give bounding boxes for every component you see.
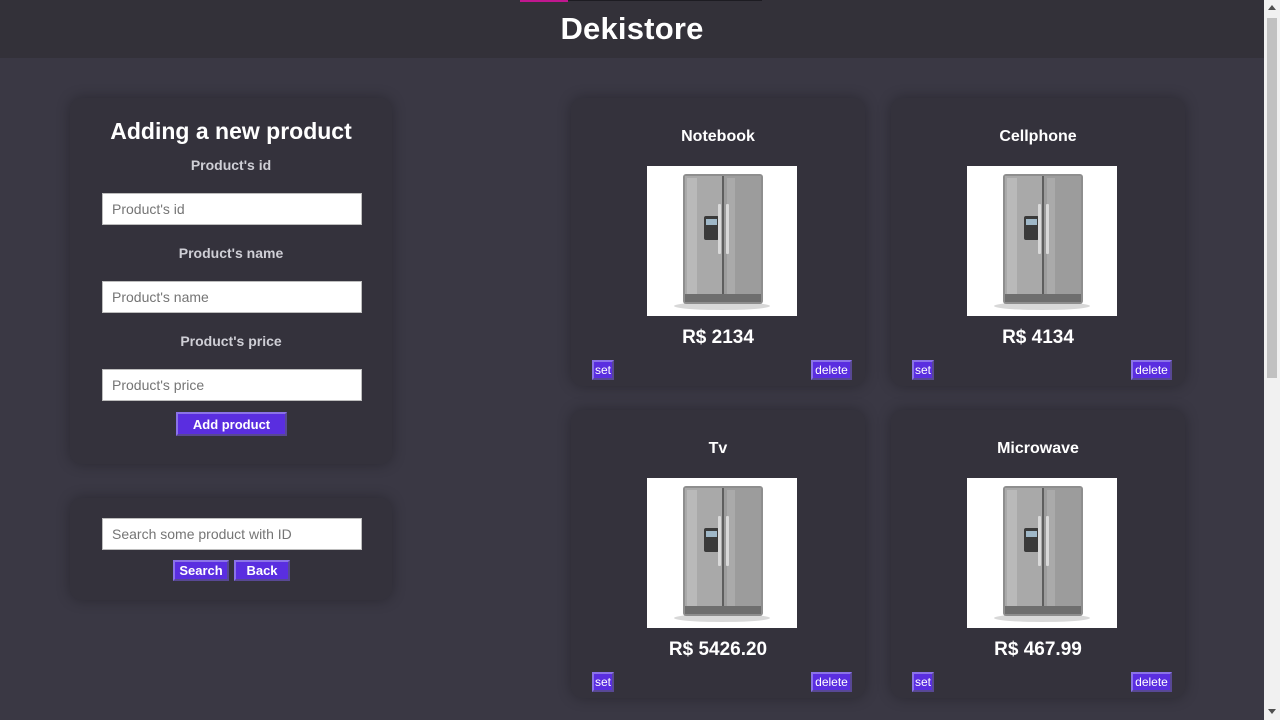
product-id-label: Product's id: [190, 157, 272, 173]
product-name-label: Product's name: [178, 245, 284, 261]
refrigerator-image: [647, 166, 797, 316]
product-name: Notebook: [681, 128, 755, 145]
site-header: Dekistore: [0, 0, 1264, 58]
set-button[interactable]: set: [912, 672, 934, 692]
site-title: Dekistore: [560, 11, 704, 46]
search-input[interactable]: [102, 518, 362, 550]
search-button[interactable]: Search: [173, 560, 229, 581]
refrigerator-image: [647, 478, 797, 628]
header-accent: [520, 0, 568, 2]
scroll-up-arrow-icon[interactable]: [1268, 5, 1276, 10]
refrigerator-image: [967, 478, 1117, 628]
product-price: R$ 2134: [682, 327, 754, 348]
form-title: Adding a new product: [110, 118, 352, 144]
product-card: Microwave R$ 467.99 set delete: [891, 410, 1185, 698]
delete-button[interactable]: delete: [1131, 672, 1172, 692]
product-name: Tv: [708, 440, 728, 457]
product-price-label: Product's price: [180, 333, 282, 349]
set-button[interactable]: set: [592, 672, 614, 692]
refrigerator-icon: [994, 174, 1090, 310]
product-name-input[interactable]: [102, 281, 362, 313]
refrigerator-icon: [674, 174, 770, 310]
refrigerator-icon: [674, 486, 770, 622]
product-card: Cellphone R$ 4134 set delete: [891, 98, 1185, 386]
add-product-button[interactable]: Add product: [176, 412, 287, 436]
delete-button[interactable]: delete: [811, 360, 852, 380]
refrigerator-image: [967, 166, 1117, 316]
scroll-down-arrow-icon[interactable]: [1268, 709, 1276, 714]
product-card: Tv R$ 5426.20 set delete: [571, 410, 865, 698]
back-button[interactable]: Back: [234, 560, 290, 581]
refrigerator-icon: [994, 486, 1090, 622]
delete-button[interactable]: delete: [811, 672, 852, 692]
product-price-input[interactable]: [102, 369, 362, 401]
page-scrollbar[interactable]: [1264, 0, 1280, 720]
product-card: Notebook R$ 2134 set delete: [571, 98, 865, 386]
product-id-input[interactable]: [102, 193, 362, 225]
set-button[interactable]: set: [592, 360, 614, 380]
product-price: R$ 5426.20: [668, 639, 768, 660]
product-name: Microwave: [997, 440, 1079, 457]
scrollbar-thumb[interactable]: [1267, 18, 1277, 378]
delete-button[interactable]: delete: [1131, 360, 1172, 380]
header-accent-line: [568, 0, 762, 1]
product-price: R$ 4134: [1002, 327, 1074, 348]
product-name: Cellphone: [999, 128, 1077, 145]
product-price: R$ 467.99: [994, 639, 1082, 660]
set-button[interactable]: set: [912, 360, 934, 380]
